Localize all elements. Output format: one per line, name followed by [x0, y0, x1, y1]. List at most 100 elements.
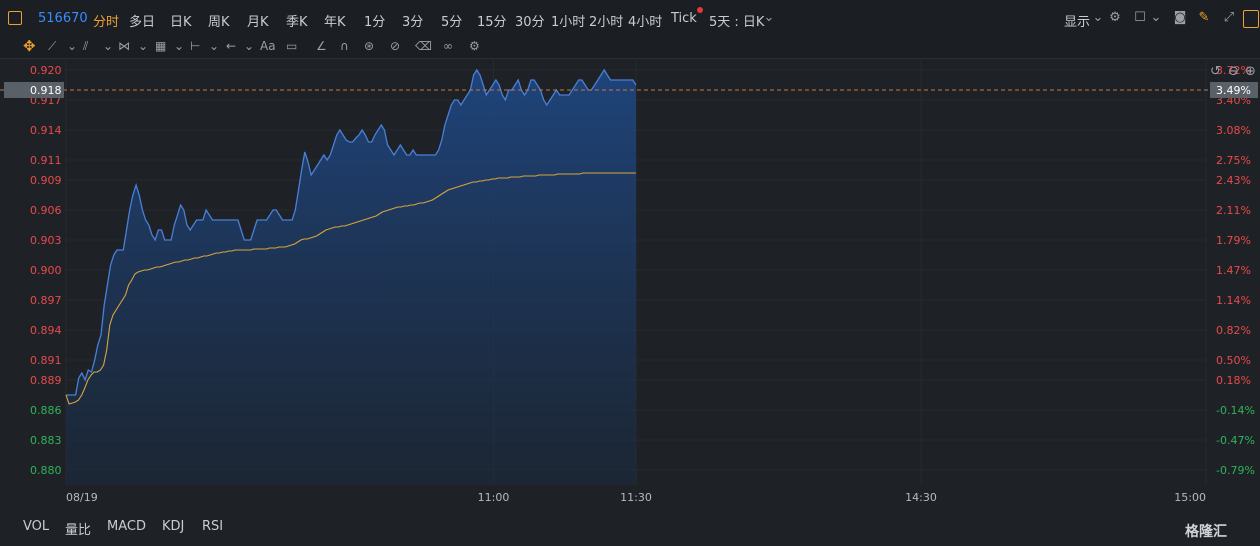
- chevron-down-icon[interactable]: ⌄: [1148, 10, 1164, 26]
- line-tool-icon[interactable]: ⟋: [48, 38, 56, 54]
- pct-tick-label: 0.50%: [1216, 354, 1251, 367]
- multiday-select[interactable]: 5天 : 日K: [709, 11, 764, 30]
- arrow-left-icon[interactable]: ←: [226, 38, 236, 54]
- trash-icon[interactable]: ⌫: [415, 38, 432, 54]
- fib-tool-icon[interactable]: ▦: [155, 38, 166, 54]
- chevron-down-icon[interactable]: ⌄: [138, 38, 148, 54]
- y-tick-label: 0.911: [30, 154, 62, 167]
- price-chart[interactable]: 0.920 3.72%0.917 3.40%0.914 3.08%0.911 2.75%…: [0, 58, 1260, 510]
- x-tick-label: 15:00: [1174, 491, 1206, 504]
- channel-tool-icon[interactable]: ⫽: [83, 38, 88, 54]
- wave-tool-icon[interactable]: ⋈: [118, 38, 130, 54]
- measure-tool-icon[interactable]: ⊢: [190, 38, 200, 54]
- magnet-icon[interactable]: ∩: [340, 38, 349, 54]
- period-tab-1hour[interactable]: 1小时: [551, 11, 585, 30]
- y-tick-label: 0.891: [30, 354, 62, 367]
- pct-tick-label: 2.75%: [1216, 154, 1251, 167]
- pct-tick-label: 2.11%: [1216, 204, 1251, 217]
- zoom-in-icon[interactable]: ⊕: [1245, 64, 1256, 79]
- symbol-code[interactable]: 516670: [38, 11, 88, 26]
- zoom-controls: ↺ ⊖ ⊕: [1210, 64, 1256, 79]
- zoom-out-icon[interactable]: ⊖: [1228, 64, 1239, 79]
- comment-icon[interactable]: ▭: [286, 38, 297, 54]
- pct-tick-label: -0.14%: [1216, 404, 1255, 417]
- chevron-down-icon[interactable]: ⌄: [103, 38, 113, 54]
- top-toolbar: 516670 分时 多日 日K 周K 月K 季K 年K 1分 3分 5分 15分…: [0, 0, 1260, 37]
- period-tab-3min[interactable]: 3分: [402, 11, 423, 30]
- pencil-icon[interactable]: ✎: [1196, 10, 1212, 26]
- indicator-volume-ratio[interactable]: 量比: [65, 519, 91, 538]
- chevron-down-icon[interactable]: ⌄: [761, 10, 777, 26]
- pct-tick-label: 1.14%: [1216, 294, 1251, 307]
- current-price-label: 0.918: [30, 84, 62, 97]
- fullscreen-icon[interactable]: ⤢: [1221, 10, 1237, 26]
- panel-toggle-icon[interactable]: [8, 11, 22, 25]
- chart-plot: [0, 68, 1260, 485]
- drawing-toolbar: [0, 36, 1260, 59]
- x-tick-label: 08/19: [66, 491, 98, 504]
- gear-icon[interactable]: ⚙: [1107, 10, 1123, 26]
- period-tab-2hour[interactable]: 2小时: [589, 11, 623, 30]
- indicator-rsi[interactable]: RSI: [202, 519, 223, 534]
- period-tab-timeshare[interactable]: 分时: [93, 11, 119, 30]
- y-tick-label: 0.889: [30, 374, 62, 387]
- eye-icon[interactable]: ⊛: [364, 38, 374, 54]
- display-menu[interactable]: 显示: [1064, 11, 1090, 30]
- indicator-kdj[interactable]: KDJ: [162, 519, 184, 534]
- period-tab-5min[interactable]: 5分: [441, 11, 462, 30]
- period-tab-4hour[interactable]: 4小时: [628, 11, 662, 30]
- pct-tick-label: 3.08%: [1216, 124, 1251, 137]
- period-tab-1min[interactable]: 1分: [364, 11, 385, 30]
- angle-icon[interactable]: ∠: [316, 38, 327, 54]
- pct-tick-label: 1.47%: [1216, 264, 1251, 277]
- period-tab-30min[interactable]: 30分: [515, 11, 545, 30]
- y-tick-label: 0.897: [30, 294, 62, 307]
- pct-tick-label: -0.47%: [1216, 434, 1255, 447]
- price-area: [66, 70, 636, 485]
- move-icon[interactable]: ✥: [23, 38, 36, 54]
- period-tab-year[interactable]: 年K: [324, 11, 346, 30]
- y-tick-label: 0.903: [30, 234, 62, 247]
- y-tick-label: 0.914: [30, 124, 62, 137]
- pct-tick-label: 1.79%: [1216, 234, 1251, 247]
- y-tick-label: 0.886: [30, 404, 62, 417]
- chevron-down-icon[interactable]: ⌄: [174, 38, 184, 54]
- period-tab-week[interactable]: 周K: [208, 11, 230, 30]
- window-icon[interactable]: ☐: [1132, 10, 1148, 26]
- y-tick-label: 0.920: [30, 64, 62, 77]
- pct-tick-label: -0.79%: [1216, 464, 1255, 477]
- hide-icon[interactable]: ⊘: [390, 38, 400, 54]
- period-tab-15min[interactable]: 15分: [477, 11, 507, 30]
- y-tick-label: 0.883: [30, 434, 62, 447]
- indicator-macd[interactable]: MACD: [107, 519, 146, 534]
- camera-icon[interactable]: ◙: [1172, 10, 1188, 26]
- brand-logo: 格隆汇: [1185, 524, 1227, 540]
- period-tab-quarter[interactable]: 季K: [286, 11, 308, 30]
- pct-tick-label: 0.18%: [1216, 374, 1251, 387]
- current-pct-label: 3.49%: [1216, 84, 1251, 97]
- y-tick-label: 0.906: [30, 204, 62, 217]
- period-tab-month[interactable]: 月K: [247, 11, 269, 30]
- gear-icon[interactable]: ⚙: [469, 38, 480, 54]
- x-tick-label: 11:00: [478, 491, 510, 504]
- x-tick-label: 11:30: [620, 491, 652, 504]
- chevron-down-icon[interactable]: ⌄: [67, 38, 77, 54]
- y-tick-label: 0.894: [30, 324, 62, 337]
- period-tab-tick[interactable]: Tick: [671, 11, 697, 26]
- pct-tick-label: 0.82%: [1216, 324, 1251, 337]
- chevron-down-icon[interactable]: ⌄: [244, 38, 254, 54]
- y-tick-label: 0.909: [30, 174, 62, 187]
- y-tick-label: 0.880: [30, 464, 62, 477]
- side-panel-icon[interactable]: [1243, 10, 1259, 28]
- link-icon[interactable]: ∞: [443, 38, 453, 54]
- period-tab-multiday[interactable]: 多日: [129, 11, 155, 30]
- x-tick-label: 14:30: [905, 491, 937, 504]
- pct-tick-label: 2.43%: [1216, 174, 1251, 187]
- reset-icon[interactable]: ↺: [1210, 64, 1221, 79]
- notification-dot: [697, 7, 703, 13]
- period-tab-day[interactable]: 日K: [170, 11, 192, 30]
- chevron-down-icon[interactable]: ⌄: [209, 38, 219, 54]
- text-tool[interactable]: Aa: [260, 38, 276, 54]
- indicator-vol[interactable]: VOL: [23, 519, 49, 534]
- chevron-down-icon[interactable]: ⌄: [1090, 10, 1106, 26]
